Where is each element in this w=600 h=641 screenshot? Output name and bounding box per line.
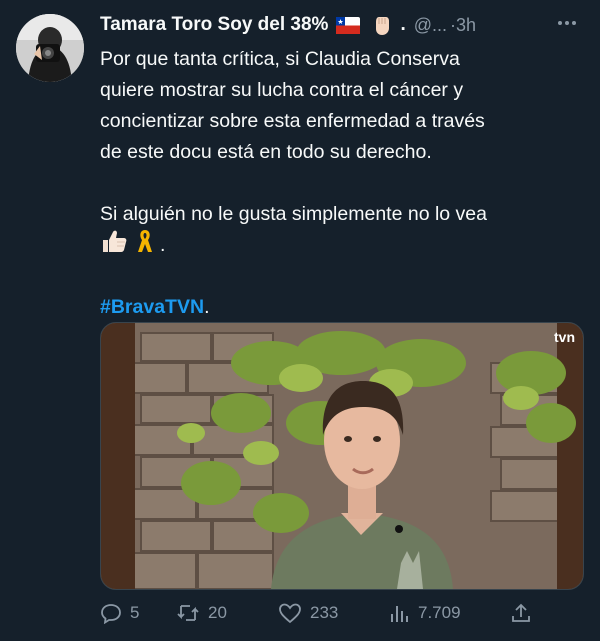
hashtag-line: #BravaTVN. bbox=[100, 292, 580, 323]
like-count: 233 bbox=[310, 603, 339, 622]
share-icon bbox=[512, 603, 530, 622]
thumbs-up-icon bbox=[100, 228, 128, 264]
name-separator: . bbox=[400, 14, 406, 35]
awareness-ribbon-icon bbox=[136, 228, 154, 264]
tweet-line: quiere mostrar su lucha contra el cáncer… bbox=[100, 79, 464, 101]
emoji-line: . bbox=[100, 228, 580, 264]
tvn-logo: tvn bbox=[554, 329, 575, 345]
retweet-count: 20 bbox=[208, 603, 227, 622]
reply-count: 5 bbox=[130, 603, 140, 622]
like-button[interactable]: 233 bbox=[278, 602, 388, 624]
timestamp[interactable]: ·3h bbox=[450, 15, 476, 36]
raised-fist-icon bbox=[370, 13, 394, 37]
hashtag-trail: . bbox=[204, 296, 210, 318]
author-name[interactable]: Tamara Toro Soy del 38% bbox=[100, 14, 328, 36]
hashtag-link[interactable]: #BravaTVN bbox=[100, 296, 204, 318]
avatar[interactable] bbox=[16, 14, 84, 82]
timestamp-value: 3h bbox=[456, 14, 477, 35]
tweet-line: de este docu está en todo su derecho. bbox=[100, 141, 432, 163]
views-button[interactable]: 7.709 bbox=[388, 602, 510, 624]
share-button[interactable] bbox=[510, 602, 540, 624]
retweet-button[interactable]: 20 bbox=[176, 602, 278, 624]
tweet-line: Si alguién no le gusta simplemente no lo… bbox=[100, 203, 487, 225]
reply-icon bbox=[101, 604, 121, 624]
tweet-header: Tamara Toro Soy del 38% . @... ·3h bbox=[100, 10, 590, 40]
tweet-media[interactable]: tvn bbox=[100, 322, 584, 590]
like-icon bbox=[279, 603, 301, 624]
more-icon[interactable] bbox=[556, 12, 578, 34]
views-count: 7.709 bbox=[418, 603, 461, 622]
author-handle[interactable]: @... bbox=[414, 15, 447, 36]
emoji-trail: . bbox=[160, 234, 166, 256]
views-icon bbox=[391, 606, 408, 622]
retweet-icon bbox=[177, 605, 199, 621]
tweet-actions: 5 20 233 7.709 bbox=[100, 596, 590, 630]
chile-flag-icon bbox=[336, 16, 361, 34]
reply-button[interactable]: 5 bbox=[100, 602, 176, 624]
tweet-line: Por que tanta crítica, si Claudia Conser… bbox=[100, 48, 460, 70]
tweet-line: concientizar sobre esta enfermedad a tra… bbox=[100, 110, 485, 132]
tweet-text: Por que tanta crítica, si Claudia Conser… bbox=[100, 44, 580, 323]
